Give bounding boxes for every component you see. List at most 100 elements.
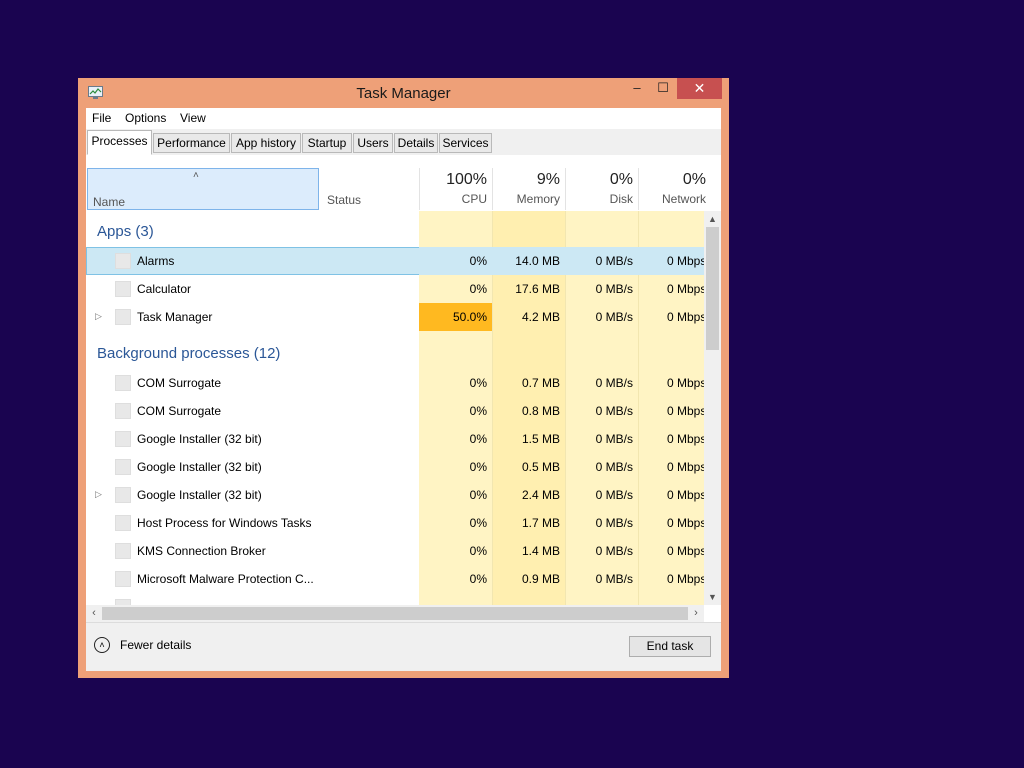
column-header: ˄ Name Status 100% CPU 9% Memory 0% Disk… [86,155,721,212]
disk-value: 0 MB/s [595,432,633,446]
scroll-down-arrow-icon[interactable]: ▼ [704,589,721,605]
tab-app-history[interactable]: App history [231,133,301,153]
process-icon [115,543,131,559]
network-value: 0 Mbps [667,460,704,474]
tab-details[interactable]: Details [394,133,438,153]
disk-value: 0 MB/s [595,460,633,474]
tab-users[interactable]: Users [353,133,393,153]
disk-column-header[interactable]: Disk [566,192,633,206]
name-column-header[interactable]: ˄ Name [87,168,319,210]
cpu-value: 0% [469,254,487,268]
footer-bar: ˄ Fewer details End task [86,622,721,671]
process-icon [115,375,131,391]
memory-value: 0.5 MB [521,460,560,474]
expand-chevron-icon[interactable]: ▷ [95,311,102,322]
process-name: Calculator [137,282,192,296]
memory-column-header[interactable]: Memory [493,192,560,206]
memory-value: 0.9 MB [521,572,560,586]
memory-value: 14.0 MB [515,254,560,268]
scroll-right-arrow-icon[interactable]: › [688,605,704,622]
cpu-value: 0% [469,460,487,474]
vertical-scroll-thumb[interactable] [706,227,719,350]
process-row[interactable]: Google Installer (32 bit) 0% 0.5 MB 0 MB… [86,453,704,481]
tab-services[interactable]: Services [439,133,492,153]
process-row[interactable]: Alarms 0% 14.0 MB 0 MB/s 0 Mbps [86,247,704,275]
disk-value: 0 MB/s [595,254,633,268]
alarms-app-icon [115,253,131,269]
minimize-button[interactable]: ‒ [624,78,650,99]
scroll-up-arrow-icon[interactable]: ▲ [704,211,721,227]
memory-value: 1.5 MB [521,432,560,446]
disk-value: 0 MB/s [595,488,633,502]
maximize-button[interactable]: ☐ [650,78,676,99]
process-row[interactable]: Google Installer (32 bit) 0% 1.5 MB 0 MB… [86,425,704,453]
vertical-scrollbar[interactable]: ▲ ▼ [704,211,721,605]
menu-file[interactable]: File [92,111,111,125]
cpu-column-percent[interactable]: 100% [420,171,487,189]
cpu-value: 0% [469,376,487,390]
client-area: File Options View Processes Performance … [86,108,721,671]
task-manager-window: Task Manager ‒ ☐ ✕ File Options View Pro… [78,78,729,678]
expand-chevron-icon[interactable]: ▷ [95,489,102,500]
memory-value: 1.7 MB [521,516,560,530]
menu-bar: File Options View [86,108,721,129]
process-row[interactable]: COM Surrogate 0% 0.7 MB 0 MB/s 0 Mbps [86,369,704,397]
process-row[interactable]: Microsoft Malware Protection C... 0% 0.9… [86,565,704,593]
group-header-apps[interactable]: Apps (3) [97,223,154,240]
process-row-partial[interactable] [86,593,704,605]
disk-value: 0 MB/s [595,572,633,586]
network-column-header[interactable]: Network [639,192,706,206]
network-column-percent[interactable]: 0% [639,171,706,189]
disk-value: 0 MB/s [595,404,633,418]
disk-value: 0 MB/s [595,544,633,558]
process-row[interactable]: Calculator 0% 17.6 MB 0 MB/s 0 Mbps [86,275,704,303]
process-row[interactable]: COM Surrogate 0% 0.8 MB 0 MB/s 0 Mbps [86,397,704,425]
memory-value: 0.7 MB [521,376,560,390]
fewer-details-link[interactable]: Fewer details [120,638,191,652]
process-name: COM Surrogate [137,376,222,390]
group-header-background[interactable]: Background processes (12) [97,345,280,362]
tab-strip: Processes Performance App history Startu… [86,129,721,156]
network-value: 0 Mbps [667,572,704,586]
close-button[interactable]: ✕ [677,78,722,99]
memory-value: 2.4 MB [521,488,560,502]
tab-processes[interactable]: Processes [87,130,152,155]
disk-value: 0 MB/s [595,282,633,296]
memory-value: 4.2 MB [521,310,560,324]
menu-view[interactable]: View [180,111,206,125]
cpu-value: 0% [469,572,487,586]
process-name: Alarms [137,254,175,268]
scroll-left-arrow-icon[interactable]: ‹ [86,605,102,622]
task-manager-app-icon [115,309,131,325]
network-value: 0 Mbps [667,254,704,268]
title-bar[interactable]: Task Manager ‒ ☐ ✕ [78,78,729,108]
network-value: 0 Mbps [667,404,704,418]
process-row[interactable]: ▷ Google Installer (32 bit) 0% 2.4 MB 0 … [86,481,704,509]
process-row[interactable]: ▷ Task Manager 50.0% 4.2 MB 0 MB/s 0 Mbp… [86,303,704,331]
process-icon [115,515,131,531]
menu-options[interactable]: Options [125,111,166,125]
tab-performance[interactable]: Performance [153,133,230,153]
memory-value: 0.8 MB [521,404,560,418]
disk-value: 0 MB/s [595,310,633,324]
sort-ascending-icon: ˄ [193,170,199,181]
disk-column-percent[interactable]: 0% [566,171,633,189]
horizontal-scrollbar[interactable]: ‹ › [86,605,704,622]
tab-startup[interactable]: Startup [302,133,352,153]
process-row[interactable]: KMS Connection Broker 0% 1.4 MB 0 MB/s 0… [86,537,704,565]
network-value: 0 Mbps [667,376,704,390]
network-value: 0 Mbps [667,544,704,558]
end-task-button[interactable]: End task [629,636,711,657]
network-value: 0 Mbps [667,488,704,502]
memory-value: 17.6 MB [515,282,560,296]
process-row[interactable]: Host Process for Windows Tasks 0% 1.7 MB… [86,509,704,537]
process-name: Google Installer (32 bit) [137,460,262,474]
collapse-chevron-icon[interactable]: ˄ [94,637,110,653]
name-column-label: Name [93,195,126,209]
status-column-header[interactable]: Status [327,193,361,207]
network-value: 0 Mbps [667,516,704,530]
horizontal-scroll-thumb[interactable] [102,607,688,620]
calculator-app-icon [115,281,131,297]
cpu-column-header[interactable]: CPU [420,192,487,206]
memory-column-percent[interactable]: 9% [493,171,560,189]
